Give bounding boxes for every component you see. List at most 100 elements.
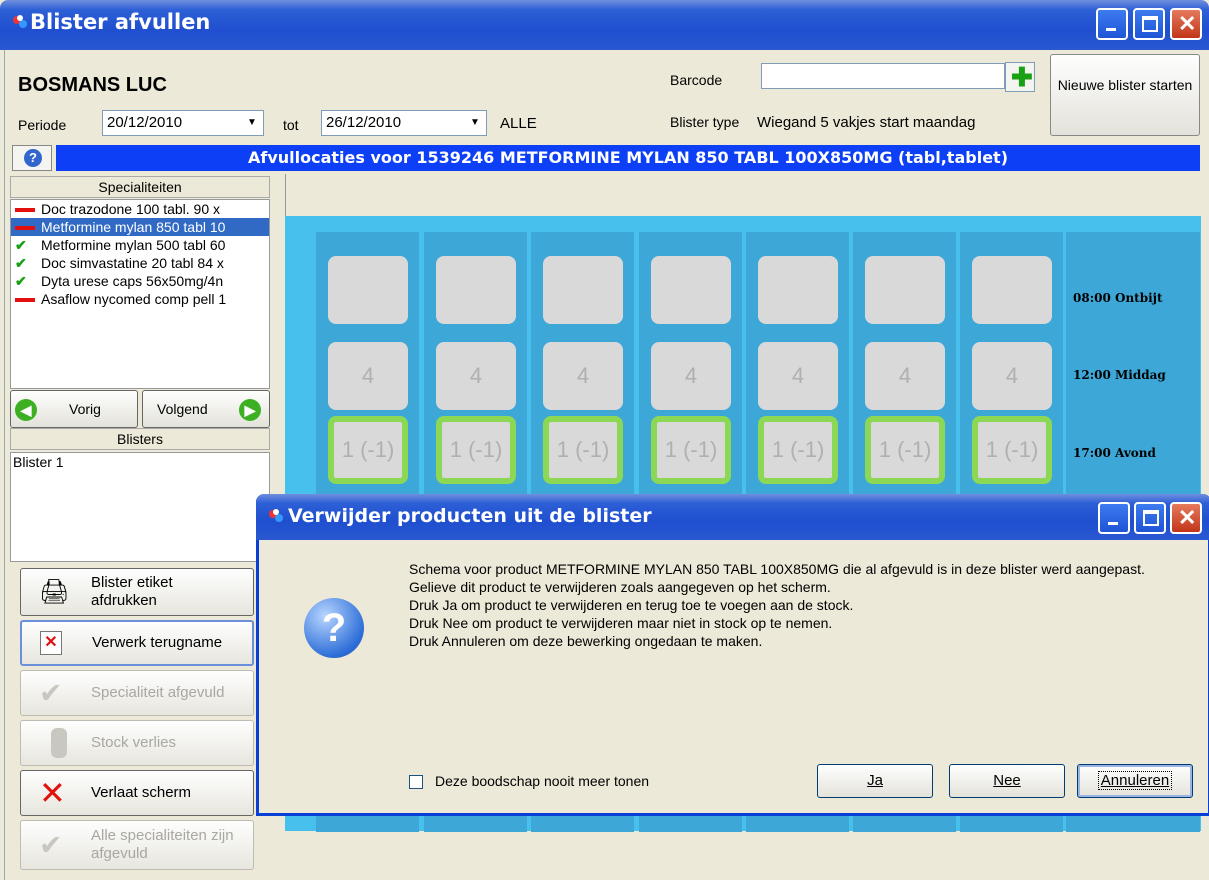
blister-cell[interactable]: 1 (-1) bbox=[436, 416, 516, 484]
blister-cell[interactable] bbox=[543, 256, 623, 324]
window-titlebar[interactable]: Blister afvullen ✕ bbox=[0, 0, 1209, 50]
arrow-right-icon: ▶ bbox=[239, 399, 261, 421]
no-label: Nee bbox=[993, 772, 1021, 789]
blister-cell[interactable] bbox=[328, 256, 408, 324]
blister-cell[interactable]: 4 bbox=[972, 342, 1052, 410]
list-item[interactable]: ✔ Dyta urese caps 56x50mg/4n bbox=[11, 272, 269, 290]
blister-cell[interactable]: 4 bbox=[651, 342, 731, 410]
process-return-text: Verwerk terugname bbox=[92, 634, 223, 651]
dialog-title: Verwijder producten uit de blister bbox=[288, 505, 652, 527]
specialty-label: Doc simvastatine 20 tabl 84 x bbox=[41, 255, 224, 271]
help-button[interactable]: ? bbox=[12, 145, 52, 171]
document-x-icon: ✕ bbox=[40, 631, 62, 655]
time-label: 08:00 Ontbijt bbox=[1073, 291, 1163, 305]
all-done-button[interactable]: ✔ Alle specialiteiten zijn afgevuld bbox=[20, 820, 254, 870]
blister-cell[interactable]: 1 (-1) bbox=[543, 416, 623, 484]
minimize-button[interactable] bbox=[1096, 8, 1128, 40]
cancel-label: Annuleren bbox=[1100, 772, 1170, 789]
blister-cell[interactable]: 1 (-1) bbox=[651, 416, 731, 484]
message-line: Gelieve dit product te verwijderen zoals… bbox=[409, 579, 831, 595]
period-to-value: 26/12/2010 bbox=[326, 114, 402, 131]
blister-cell[interactable]: 4 bbox=[328, 342, 408, 410]
app-icon bbox=[269, 509, 283, 522]
dialog-close-button[interactable]: ✕ bbox=[1170, 502, 1202, 534]
blister-type-label: Blister type bbox=[670, 114, 740, 130]
question-icon: ? bbox=[304, 598, 364, 658]
plus-icon: ✚ bbox=[1011, 62, 1033, 92]
blister-cell[interactable] bbox=[758, 256, 838, 324]
dialog-minimize-button[interactable] bbox=[1098, 502, 1130, 534]
help-icon: ? bbox=[24, 149, 42, 167]
period-to-select[interactable]: 26/12/2010 ▼ bbox=[321, 110, 487, 136]
period-label: Periode bbox=[18, 117, 67, 133]
list-item[interactable]: Asaflow nycomed comp pell 1 bbox=[11, 290, 269, 308]
maximize-button[interactable] bbox=[1133, 8, 1165, 40]
patient-name: BOSMANS LUC bbox=[18, 74, 167, 96]
list-item[interactable]: ✔ Metformine mylan 500 tabl 60 bbox=[11, 236, 269, 254]
red-x-icon: ✕ bbox=[39, 775, 66, 811]
period-from-select[interactable]: 20/12/2010 ▼ bbox=[102, 110, 264, 136]
cancel-button[interactable]: Annuleren bbox=[1077, 764, 1193, 798]
stock-loss-button[interactable]: Stock verlies bbox=[20, 720, 254, 766]
specialty-done-text: Specialiteit afgevuld bbox=[91, 684, 225, 701]
exit-button[interactable]: ✕ Verlaat scherm bbox=[20, 770, 254, 816]
next-button[interactable]: Volgend ▶ bbox=[142, 390, 270, 428]
blister-cell[interactable] bbox=[972, 256, 1052, 324]
list-item[interactable]: ✔ Doc simvastatine 20 tabl 84 x bbox=[11, 254, 269, 272]
no-button[interactable]: Nee bbox=[949, 764, 1065, 798]
blisters-list[interactable]: Blister 1 bbox=[10, 452, 270, 562]
red-dash-icon bbox=[15, 226, 35, 231]
next-label: Volgend bbox=[157, 401, 208, 417]
list-item[interactable]: Blister 1 bbox=[11, 453, 269, 471]
chevron-down-icon: ▼ bbox=[470, 117, 480, 128]
new-blister-label: Nieuwe blister starten bbox=[1057, 77, 1193, 93]
blisters-header: Blisters bbox=[10, 428, 270, 450]
blister-cell[interactable]: 4 bbox=[436, 342, 516, 410]
blister-cell[interactable]: 4 bbox=[758, 342, 838, 410]
filter-label: ALLE bbox=[500, 115, 537, 132]
window-title: Blister afvullen bbox=[30, 10, 211, 34]
message-line: Druk Nee om product te verwijderen maar … bbox=[409, 615, 833, 631]
yes-label: Ja bbox=[867, 772, 883, 789]
all-done-text: Alle specialiteiten zijn afgevuld bbox=[91, 827, 234, 862]
process-return-button[interactable]: ✕ Verwerk terugname bbox=[20, 620, 254, 666]
red-dash-icon bbox=[15, 298, 35, 303]
blister-cell[interactable]: 1 (-1) bbox=[865, 416, 945, 484]
red-dash-icon bbox=[15, 208, 35, 213]
printer-icon: 🖨 bbox=[39, 578, 70, 606]
close-button[interactable]: ✕ bbox=[1170, 8, 1202, 40]
checkmark-icon: ✔ bbox=[15, 255, 27, 271]
dont-show-checkbox[interactable] bbox=[409, 775, 423, 789]
blister-cell[interactable]: 1 (-1) bbox=[972, 416, 1052, 484]
specialty-done-button[interactable]: ✔ Specialiteit afgevuld bbox=[20, 670, 254, 716]
blister-cell[interactable] bbox=[651, 256, 731, 324]
prev-button[interactable]: ◀ Vorig bbox=[10, 390, 138, 428]
dialog-maximize-button[interactable] bbox=[1134, 502, 1166, 534]
checkmark-icon: ✔ bbox=[15, 273, 27, 289]
message-line: Druk Annuleren om deze bewerking ongedaa… bbox=[409, 633, 763, 649]
blister-cell[interactable]: 1 (-1) bbox=[758, 416, 838, 484]
remove-products-dialog: Verwijder producten uit de blister ✕ ? S… bbox=[256, 494, 1209, 816]
double-check-icon: ✔ bbox=[39, 829, 63, 861]
barcode-label: Barcode bbox=[670, 72, 723, 88]
specialties-list[interactable]: Doc trazodone 100 tabl. 90 x Metformine … bbox=[10, 199, 270, 389]
add-barcode-button[interactable]: ✚ bbox=[1005, 62, 1035, 92]
yes-button[interactable]: Ja bbox=[817, 764, 933, 798]
barcode-input[interactable] bbox=[761, 63, 1005, 89]
specialty-label: Doc trazodone 100 tabl. 90 x bbox=[41, 201, 221, 217]
location-bar: Afvullocaties voor 1539246 METFORMINE MY… bbox=[56, 145, 1200, 171]
dialog-titlebar[interactable]: Verwijder producten uit de blister ✕ bbox=[256, 494, 1209, 540]
new-blister-button[interactable]: Nieuwe blister starten bbox=[1050, 54, 1200, 136]
list-item[interactable]: Metformine mylan 850 tabl 10 bbox=[11, 218, 269, 236]
grid-header-area bbox=[285, 174, 1201, 216]
print-label-button[interactable]: 🖨 Blister etiket afdrukken bbox=[20, 568, 254, 616]
blister-cell[interactable] bbox=[436, 256, 516, 324]
blister-cell[interactable]: 4 bbox=[865, 342, 945, 410]
period-from-value: 20/12/2010 bbox=[107, 114, 183, 131]
dont-show-label: Deze boodschap nooit meer tonen bbox=[435, 773, 650, 789]
blister-cell[interactable] bbox=[865, 256, 945, 324]
checkmark-icon: ✔ bbox=[15, 237, 27, 253]
blister-cell[interactable]: 4 bbox=[543, 342, 623, 410]
list-item[interactable]: Doc trazodone 100 tabl. 90 x bbox=[11, 200, 269, 218]
blister-cell[interactable]: 1 (-1) bbox=[328, 416, 408, 484]
